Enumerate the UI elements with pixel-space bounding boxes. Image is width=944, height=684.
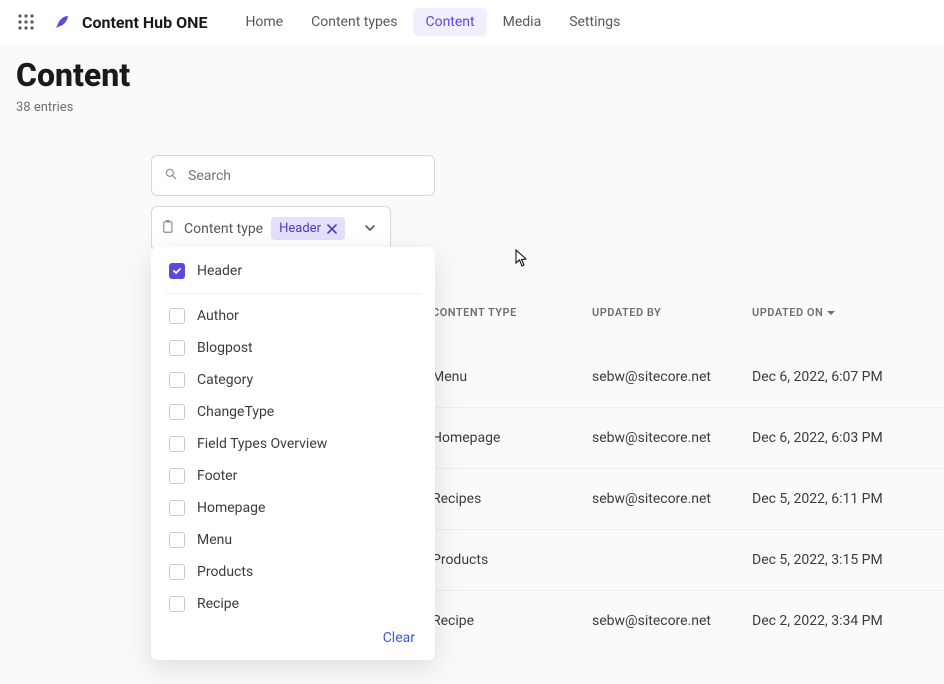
cell-updated-on: Dec 5, 2022, 6:11 PM: [752, 491, 932, 507]
search-box[interactable]: [151, 155, 435, 196]
dropdown-item-footer[interactable]: Footer: [151, 460, 435, 492]
dropdown-item-products[interactable]: Products: [151, 556, 435, 588]
app-title: Content Hub ONE: [82, 13, 207, 32]
search-input[interactable]: [188, 168, 422, 184]
cell-content-type: Recipe: [432, 613, 592, 629]
cell-updated-on: Dec 5, 2022, 3:15 PM: [752, 552, 932, 568]
chevron-down-icon[interactable]: [360, 215, 380, 242]
filter-chip-label: Header: [279, 221, 321, 236]
nav-content-types[interactable]: Content types: [299, 8, 409, 36]
dropdown-item-label: Author: [197, 308, 239, 324]
sort-desc-icon: [827, 309, 835, 317]
cell-updated-by: sebw@sitecore.net: [592, 430, 752, 446]
dropdown-item-homepage[interactable]: Homepage: [151, 492, 435, 524]
dropdown-item-menu[interactable]: Menu: [151, 524, 435, 556]
checkbox-icon[interactable]: [169, 436, 185, 452]
dropdown-item-recipe[interactable]: Recipe: [151, 588, 435, 617]
page-title: Content: [16, 56, 928, 94]
dropdown-footer: Clear: [151, 617, 435, 660]
checkbox-icon[interactable]: [169, 564, 185, 580]
clear-button[interactable]: Clear: [383, 630, 415, 646]
filter-content-type[interactable]: Content type Header: [151, 206, 391, 251]
nav-home[interactable]: Home: [233, 8, 295, 36]
checkbox-checked-icon[interactable]: [169, 263, 185, 279]
nav-media[interactable]: Media: [491, 8, 554, 36]
controls: Content type Header: [151, 155, 435, 251]
checkbox-icon[interactable]: [169, 468, 185, 484]
dropdown-scroll[interactable]: Header Author Blogpost Category ChangeTy…: [151, 247, 435, 617]
table-row[interactable]: Recipe sebw@sitecore.net Dec 2, 2022, 3:…: [432, 590, 944, 651]
dropdown-item-label: Category: [197, 372, 253, 388]
cell-updated-by: sebw@sitecore.net: [592, 613, 752, 629]
page-subtitle: 38 entries: [16, 100, 928, 115]
main-nav: Home Content types Content Media Setting…: [233, 8, 632, 36]
filter-label: Content type: [184, 221, 263, 237]
content-type-icon: [162, 219, 176, 238]
col-updated-on-label: UPDATED ON: [752, 306, 823, 319]
apps-launcher-icon[interactable]: [14, 10, 38, 34]
col-content-type[interactable]: CONTENT TYPE: [432, 306, 592, 319]
cell-updated-on: Dec 6, 2022, 6:03 PM: [752, 430, 932, 446]
nav-settings[interactable]: Settings: [557, 8, 632, 36]
dropdown-item-label: Products: [197, 564, 253, 580]
topbar: Content Hub ONE Home Content types Conte…: [0, 0, 944, 44]
content-table: CONTENT TYPE UPDATED BY UPDATED ON Menu …: [432, 296, 944, 651]
cell-updated-on: Dec 6, 2022, 6:07 PM: [752, 369, 932, 385]
cell-updated-by: sebw@sitecore.net: [592, 369, 752, 385]
dropdown-item-label: ChangeType: [197, 404, 274, 420]
cell-updated-on: Dec 2, 2022, 3:34 PM: [752, 613, 932, 629]
dropdown-item-author[interactable]: Author: [151, 300, 435, 332]
search-icon: [164, 166, 178, 185]
cell-updated-by: [592, 552, 752, 568]
cell-content-type: Homepage: [432, 430, 592, 446]
divider: [165, 293, 421, 294]
table-row[interactable]: Products Dec 5, 2022, 3:15 PM: [432, 529, 944, 590]
dropdown-item-label: Recipe: [197, 596, 239, 612]
nav-content[interactable]: Content: [413, 8, 486, 36]
checkbox-icon[interactable]: [169, 404, 185, 420]
content-type-dropdown: Header Author Blogpost Category ChangeTy…: [151, 247, 435, 660]
dropdown-item-blogpost[interactable]: Blogpost: [151, 332, 435, 364]
checkbox-icon[interactable]: [169, 532, 185, 548]
checkbox-icon[interactable]: [169, 372, 185, 388]
table-row[interactable]: Homepage sebw@sitecore.net Dec 6, 2022, …: [432, 407, 944, 468]
filter-chip-header[interactable]: Header: [271, 217, 345, 240]
app-logo-icon: [52, 12, 72, 32]
dropdown-item-label: Footer: [197, 468, 237, 484]
dropdown-item-changetype[interactable]: ChangeType: [151, 396, 435, 428]
close-icon[interactable]: [327, 224, 337, 234]
table-header-row: CONTENT TYPE UPDATED BY UPDATED ON: [432, 296, 944, 329]
cell-content-type: Menu: [432, 369, 592, 385]
dropdown-item-category[interactable]: Category: [151, 364, 435, 396]
checkbox-icon[interactable]: [169, 596, 185, 612]
cell-content-type: Recipes: [432, 491, 592, 507]
checkbox-icon[interactable]: [169, 500, 185, 516]
checkbox-icon[interactable]: [169, 340, 185, 356]
dropdown-item-label: Menu: [197, 532, 232, 548]
col-updated-by[interactable]: UPDATED BY: [592, 306, 752, 319]
dropdown-item-label: Homepage: [197, 500, 265, 516]
dropdown-item-label: Blogpost: [197, 340, 253, 356]
cell-content-type: Products: [432, 552, 592, 568]
dropdown-item-field-types[interactable]: Field Types Overview: [151, 428, 435, 460]
col-updated-on[interactable]: UPDATED ON: [752, 306, 932, 319]
cell-updated-by: sebw@sitecore.net: [592, 491, 752, 507]
dropdown-item-header[interactable]: Header: [151, 255, 435, 287]
dropdown-item-label: Header: [197, 263, 242, 279]
table-row[interactable]: Recipes sebw@sitecore.net Dec 5, 2022, 6…: [432, 468, 944, 529]
dropdown-item-label: Field Types Overview: [197, 436, 327, 452]
checkbox-icon[interactable]: [169, 308, 185, 324]
table-row[interactable]: Menu sebw@sitecore.net Dec 6, 2022, 6:07…: [432, 329, 944, 407]
